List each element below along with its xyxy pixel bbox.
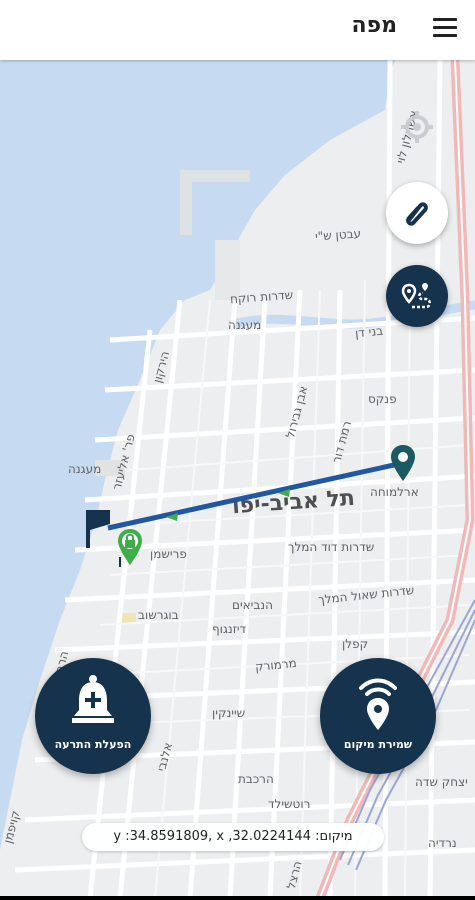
bell-plus-icon: [72, 675, 114, 723]
gps-button[interactable]: [388, 98, 446, 156]
activate-alert-button[interactable]: הפעלת התרעה: [35, 658, 151, 774]
start-flag-icon: [86, 510, 110, 548]
save-location-label: שמירת מיקום: [343, 738, 413, 751]
route-squiggle-icon: [406, 202, 428, 226]
destination-pin-icon[interactable]: [389, 443, 417, 483]
route-toggle-button[interactable]: [386, 182, 448, 244]
save-location-button[interactable]: שמירת מיקום: [320, 658, 436, 774]
saved-location-pin-icon[interactable]: [116, 527, 144, 569]
hamburger-menu-icon[interactable]: [433, 18, 457, 40]
route-line: [107, 460, 404, 531]
alert-button-label: הפעלת התרעה: [54, 738, 132, 751]
coordinates-readout: מיקום: 32.0224144, y :34.8591809, x: [82, 823, 384, 851]
app-bar: מפה: [0, 0, 475, 60]
system-nav-bar: [0, 896, 475, 900]
map-directions-icon: [401, 283, 431, 309]
gps-target-icon: [401, 111, 433, 143]
directions-button[interactable]: [386, 265, 448, 327]
location-broadcast-icon: [359, 678, 397, 730]
page-title: מפה: [351, 13, 397, 38]
